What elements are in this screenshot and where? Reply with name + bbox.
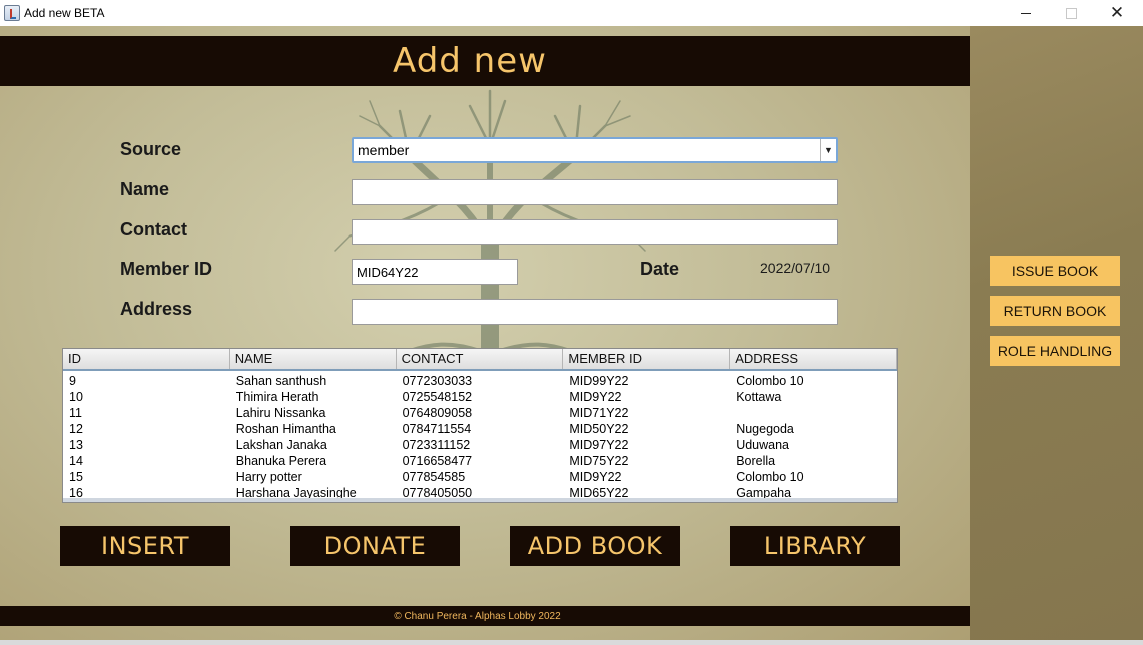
- table-row[interactable]: 14 Bhanuka Perera 0716658477 MID75Y22 Borell…: [63, 453, 897, 469]
- minimize-button[interactable]: [1003, 0, 1049, 26]
- column-header-id[interactable]: ID: [63, 349, 230, 369]
- date-value: 2022/07/10: [760, 260, 831, 276]
- source-selected-value: member: [358, 142, 410, 158]
- table-cell: Colombo 10: [736, 470, 804, 484]
- contact-label: Contact: [120, 219, 187, 239]
- title-bar[interactable]: Add new BETA ✕: [0, 0, 1143, 26]
- date-label: Date: [640, 259, 680, 279]
- table-cell: Nugegoda: [736, 422, 794, 436]
- table-cell: MID9Y22: [569, 390, 622, 404]
- window-title: Add new BETA: [24, 6, 105, 20]
- role-handling-button[interactable]: ROLE HANDLING: [990, 336, 1120, 366]
- table-row[interactable]: 15 Harry potter 077854585 MID9Y22 Colombo 10: [63, 469, 897, 485]
- table-row[interactable]: 10 Thimira Herath 0725548152 MID9Y22 Kottawa: [63, 389, 897, 405]
- horizontal-scrollbar[interactable]: [63, 498, 897, 502]
- column-header-contact[interactable]: CONTACT: [397, 349, 564, 369]
- table-cell: Uduwana: [736, 438, 790, 452]
- table-body: 9 Sahan santhush 0772303033 MID99Y22 Colombo…: [63, 371, 897, 501]
- table-cell: 0784711554: [402, 422, 472, 436]
- member-id-input[interactable]: [352, 259, 518, 285]
- table-row[interactable]: 11 Lahiru Nissanka 0764809058 MID71Y22: [63, 405, 897, 421]
- donate-button[interactable]: DONATE: [290, 526, 460, 566]
- table-cell: 0725548152: [402, 390, 473, 404]
- table-cell: Kottawa: [736, 390, 782, 404]
- chevron-down-icon[interactable]: ▼: [820, 139, 836, 161]
- table-row[interactable]: 9 Sahan santhush 0772303033 MID99Y22 Colombo…: [63, 373, 897, 389]
- table-cell: Bhanuka Perera: [235, 454, 327, 468]
- main-panel: Add new Source member ▼ Name Contact Mem…: [0, 26, 970, 640]
- maximize-button: [1048, 0, 1094, 26]
- table-cell: Thimira Herath: [235, 390, 319, 404]
- side-panel: [970, 26, 1143, 640]
- table-cell: 13: [69, 438, 83, 452]
- address-label: Address: [120, 299, 193, 319]
- table-cell: 15: [69, 470, 83, 484]
- table-cell: 0723311152: [402, 438, 471, 452]
- page-title: Add new: [393, 41, 547, 81]
- source-label: Source: [120, 139, 182, 159]
- add-book-button[interactable]: ADD BOOK: [510, 526, 680, 566]
- table-cell: [730, 405, 897, 421]
- java-app-icon: [4, 5, 20, 21]
- member-id-label: Member ID: [120, 259, 213, 279]
- table-cell: Borella: [736, 454, 776, 468]
- contact-input[interactable]: [352, 219, 838, 245]
- content-area: Add new Source member ▼ Name Contact Mem…: [0, 26, 1143, 640]
- table-cell: Colombo 10: [736, 374, 804, 388]
- header-bar: Add new: [0, 36, 970, 86]
- table-cell: 0764809058: [402, 406, 473, 420]
- footer-bar: © Chanu Perera - Alphas Lobby 2022: [0, 606, 970, 626]
- table-cell: 0772303033: [402, 374, 473, 388]
- column-header-member-id[interactable]: MEMBER ID: [563, 349, 731, 369]
- table-cell: 077854585: [402, 470, 466, 484]
- issue-book-button[interactable]: ISSUE BOOK: [990, 256, 1120, 286]
- table-cell: MID97Y22: [569, 438, 629, 452]
- table-row[interactable]: 12 Roshan Himantha 0784711554 MID50Y22 Nugeg…: [63, 421, 897, 437]
- name-label: Name: [120, 179, 170, 199]
- column-header-name[interactable]: NAME: [230, 349, 397, 369]
- insert-button[interactable]: INSERT: [60, 526, 230, 566]
- table-cell: MID75Y22: [569, 454, 629, 468]
- table-cell: MID99Y22: [569, 374, 629, 388]
- return-book-button[interactable]: RETURN BOOK: [990, 296, 1120, 326]
- table-cell: 12: [69, 422, 83, 436]
- address-input[interactable]: [352, 299, 838, 325]
- table-row[interactable]: 13 Lakshan Janaka 0723311152 MID97Y22 Uduwan…: [63, 437, 897, 453]
- window-bottom-border: [0, 640, 1143, 645]
- table-cell: Sahan santhush: [235, 374, 327, 388]
- copyright-text: © Chanu Perera - Alphas Lobby 2022: [394, 610, 561, 622]
- name-input[interactable]: [352, 179, 838, 205]
- table-cell: Roshan Himantha: [235, 422, 336, 436]
- table-cell: MID50Y22: [569, 422, 629, 436]
- members-table[interactable]: ID NAME CONTACT MEMBER ID ADDRESS 9 Sahan…: [62, 348, 898, 503]
- app-window: Add new BETA ✕ Add new Source member ▼ N…: [0, 0, 1143, 645]
- table-cell: 0716658477: [402, 454, 473, 468]
- library-button[interactable]: LIBRARY: [730, 526, 900, 566]
- column-header-address[interactable]: ADDRESS: [730, 349, 897, 369]
- table-cell: Harry potter: [235, 470, 302, 484]
- close-button[interactable]: ✕: [1094, 0, 1140, 26]
- table-cell: 14: [69, 454, 83, 468]
- table-header: ID NAME CONTACT MEMBER ID ADDRESS: [63, 349, 897, 371]
- table-cell: Lahiru Nissanka: [235, 406, 326, 420]
- table-cell: MID9Y22: [569, 470, 622, 484]
- table-cell: 9: [69, 374, 76, 388]
- table-cell: 10: [69, 390, 83, 404]
- table-cell: Lakshan Janaka: [235, 438, 327, 452]
- source-dropdown[interactable]: member ▼: [352, 137, 838, 163]
- table-cell: MID71Y22: [569, 406, 629, 420]
- table-cell: 11: [69, 406, 82, 420]
